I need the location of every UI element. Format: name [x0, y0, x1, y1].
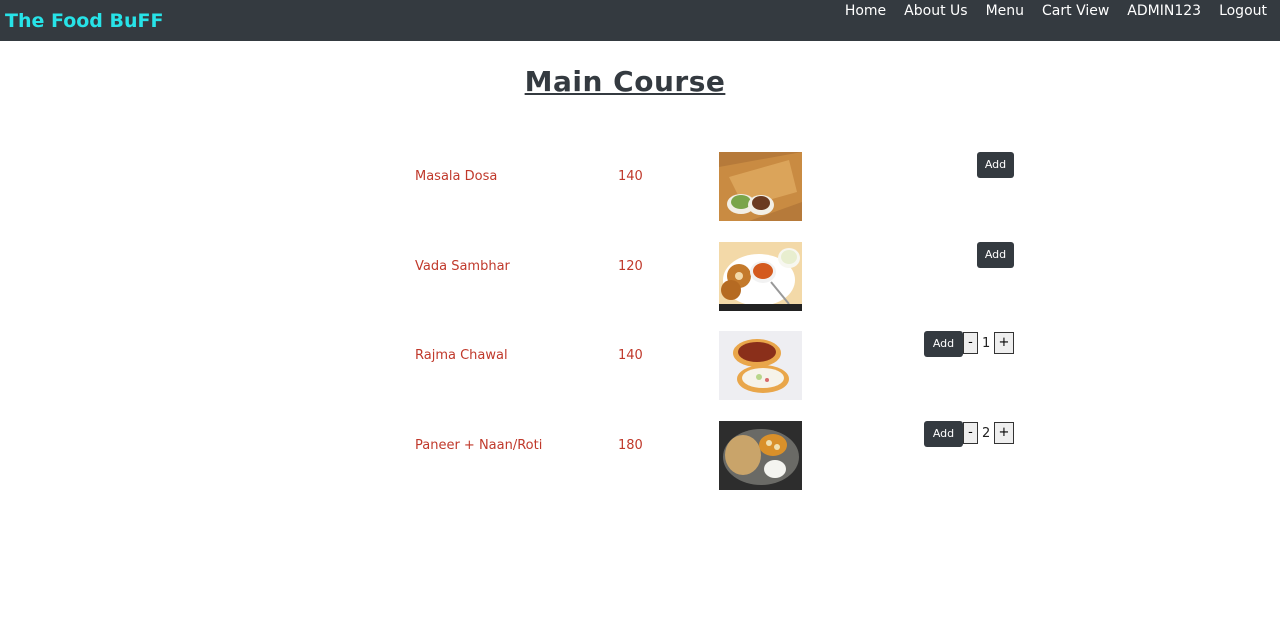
- item-price: 180: [618, 438, 643, 453]
- item-name: Paneer + Naan/Roti: [415, 438, 543, 453]
- quantity-value: 1: [982, 336, 991, 351]
- nav-menu-link[interactable]: Menu: [968, 1, 1024, 21]
- vada-sambhar-image: [719, 242, 802, 311]
- brand-logo[interactable]: The Food BuFF: [5, 9, 164, 33]
- navbar: The Food BuFF Home About Us Menu Cart Vi…: [0, 0, 1280, 41]
- rajma-chawal-image: [719, 331, 802, 400]
- masala-dosa-image: [719, 152, 802, 221]
- increase-quantity-button[interactable]: +: [994, 422, 1014, 444]
- item-name: Vada Sambhar: [415, 259, 510, 274]
- item-price: 120: [618, 259, 643, 274]
- page-title: Main Course: [524, 65, 726, 98]
- nav-links: Home About Us Menu Cart View ADMIN123 Lo…: [827, 1, 1267, 21]
- nav-logout-link[interactable]: Logout: [1201, 1, 1267, 21]
- nav-home-link[interactable]: Home: [827, 1, 886, 21]
- decrease-quantity-button[interactable]: -: [963, 422, 978, 444]
- quantity-value: 2: [982, 426, 991, 441]
- menu-item-row: Rajma Chawal 140 Add - 1 +: [0, 331, 1280, 401]
- nav-user-link[interactable]: ADMIN123: [1109, 1, 1201, 21]
- add-button[interactable]: Add: [924, 421, 963, 447]
- item-price: 140: [618, 169, 643, 184]
- increase-quantity-button[interactable]: +: [994, 332, 1014, 354]
- nav-about-link[interactable]: About Us: [886, 1, 967, 21]
- add-button[interactable]: Add: [977, 242, 1014, 268]
- item-name: Rajma Chawal: [415, 348, 508, 363]
- item-price: 140: [618, 348, 643, 363]
- paneer-naan-image: [719, 421, 802, 490]
- item-name: Masala Dosa: [415, 169, 498, 184]
- add-button[interactable]: Add: [977, 152, 1014, 178]
- menu-item-row: Vada Sambhar 120 Add: [0, 242, 1280, 312]
- add-button[interactable]: Add: [924, 331, 963, 357]
- menu-item-row: Paneer + Naan/Roti 180 Add - 2 +: [0, 421, 1280, 491]
- decrease-quantity-button[interactable]: -: [963, 332, 978, 354]
- menu-item-row: Masala Dosa 140 Add: [0, 152, 1280, 222]
- nav-cart-view-link[interactable]: Cart View: [1024, 1, 1109, 21]
